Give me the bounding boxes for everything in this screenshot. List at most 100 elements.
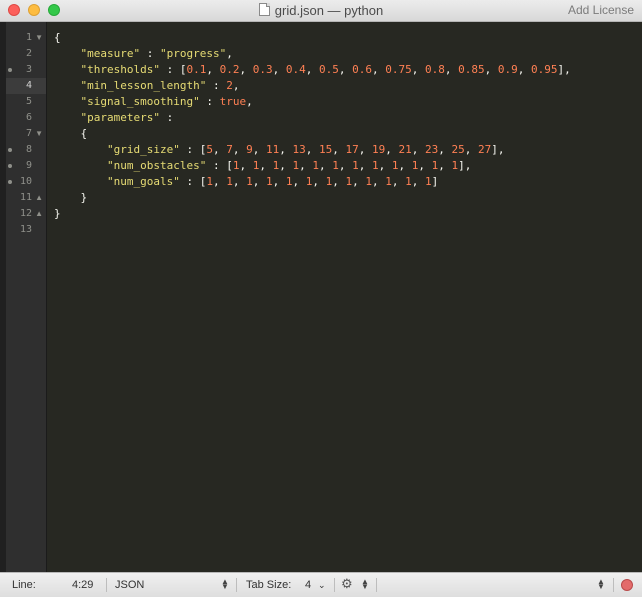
window-title: grid.json — python [0, 3, 642, 18]
code-line: "thresholds" : [0.1, 0.2, 0.3, 0.4, 0.5,… [80, 63, 571, 76]
number: 9 [246, 143, 253, 156]
json-key: "min_lesson_length" [80, 79, 207, 92]
title-bar: grid.json — python Add License [0, 0, 642, 22]
code-area[interactable]: { "measure" : "progress", "thresholds" :… [54, 30, 571, 238]
scope-updown-icon[interactable]: ▲ ▼ [597, 578, 605, 591]
fold-up-icon[interactable]: ▲ [35, 206, 43, 222]
number: 7 [226, 143, 233, 156]
json-key: "parameters" [80, 111, 160, 124]
window-title-text: grid.json — python [274, 3, 384, 18]
number: 0.95 [530, 63, 558, 76]
number: 21 [398, 143, 412, 156]
number: 1 [325, 175, 333, 188]
number: 1 [226, 175, 233, 188]
code-line: { [54, 126, 571, 142]
divider [236, 578, 237, 592]
modified-line-marker [8, 68, 12, 72]
syntax-updown-icon[interactable]: ▲ ▼ [221, 578, 229, 591]
line-number: 7 [25, 128, 32, 139]
cursor-position[interactable]: 4:29 [72, 579, 93, 591]
chevron-down-icon[interactable]: ⌄ [318, 580, 326, 591]
number: 1 [305, 175, 313, 188]
line-number: 3 [25, 64, 32, 75]
number: 19 [371, 143, 386, 156]
line-number: 12 [19, 208, 32, 219]
number: 11 [265, 143, 280, 156]
fold-down-icon[interactable]: ▼ [35, 30, 43, 46]
tab-size-label[interactable]: Tab Size: [246, 579, 291, 591]
line-number: 13 [19, 224, 32, 235]
brace-close: } [80, 191, 88, 204]
code-line: "num_obstacles" : [1, 1, 1, 1, 1, 1, 1, … [106, 159, 472, 172]
line-number-gutter: 1 2 3 4 5 6 7 8 9 10 11 12 13 ▼ ▼ ▲ ▲ [6, 22, 47, 572]
code-line: "measure" : "progress", [80, 47, 233, 60]
fold-up-icon[interactable]: ▲ [35, 190, 43, 206]
number: 5 [206, 143, 213, 156]
code-line: } [54, 190, 571, 206]
number: 1 [345, 175, 353, 188]
line-number: 8 [25, 144, 32, 155]
number: 1 [292, 159, 300, 172]
number: 0.75 [385, 63, 412, 76]
number: 1 [424, 175, 432, 188]
code-line: "parameters" : [80, 111, 174, 124]
number: 0.85 [458, 63, 485, 76]
tab-size-value[interactable]: 4 [305, 579, 311, 591]
number: 1 [252, 159, 260, 172]
number: 25 [451, 143, 465, 156]
json-key: "grid_size" [106, 143, 180, 156]
json-key: "num_obstacles" [106, 159, 207, 172]
number: 1 [352, 159, 359, 172]
number: 0.2 [219, 63, 240, 76]
settings-updown-icon[interactable]: ▲ ▼ [361, 578, 369, 591]
number: 1 [332, 159, 339, 172]
status-bar: Line: 4:29 JSON ▲ ▼ Tab Size: 4 ⌄ ⚙ ▲ ▼ ▲ ▼ [0, 572, 642, 597]
number: 0.3 [252, 63, 273, 76]
line-number: 1 [25, 32, 32, 43]
fold-down-icon[interactable]: ▼ [35, 126, 43, 142]
number: 23 [424, 143, 439, 156]
number: 1 [411, 159, 419, 172]
line-number: 10 [19, 176, 32, 187]
modified-line-marker [8, 148, 12, 152]
number: 0.9 [497, 63, 518, 76]
syntax-selector[interactable]: JSON [115, 579, 144, 591]
line-number: 2 [25, 48, 32, 59]
number: 1 [265, 175, 273, 188]
number: 1 [232, 159, 240, 172]
add-license-link[interactable]: Add License [568, 3, 634, 17]
json-string-value: "progress" [159, 47, 227, 60]
gear-icon[interactable]: ⚙ [341, 577, 355, 591]
brace-close: } [54, 207, 61, 220]
json-key: "signal_smoothing" [80, 95, 200, 108]
brace-open: { [54, 31, 61, 44]
code-line: { [54, 30, 571, 46]
brace-open: { [80, 127, 88, 140]
modified-line-marker [8, 164, 12, 168]
number: 1 [405, 175, 412, 188]
code-line: "min_lesson_length" : 2, [80, 79, 240, 92]
number: 1 [206, 175, 213, 188]
number: 27 [477, 143, 492, 156]
line-number: 11 [19, 192, 32, 203]
json-key: "num_goals" [106, 175, 180, 188]
json-boolean: true [219, 95, 247, 108]
record-icon[interactable] [621, 579, 633, 591]
number: 13 [292, 143, 306, 156]
number: 1 [365, 175, 372, 188]
editor-window: grid.json — python Add License 1 2 3 4 5… [0, 0, 642, 597]
number: 0.6 [352, 63, 372, 76]
number: 0.8 [424, 63, 445, 76]
document-icon [258, 3, 270, 16]
code-line: "grid_size" : [5, 7, 9, 11, 13, 15, 17, … [106, 143, 505, 156]
number: 1 [272, 159, 280, 172]
number: 1 [385, 175, 392, 188]
number: 1 [312, 159, 319, 172]
json-key: "measure" [80, 47, 141, 60]
number: 1 [246, 175, 253, 188]
line-number: 6 [25, 112, 32, 123]
divider [613, 578, 614, 592]
number: 0.4 [285, 63, 306, 76]
modified-line-marker [8, 180, 12, 184]
